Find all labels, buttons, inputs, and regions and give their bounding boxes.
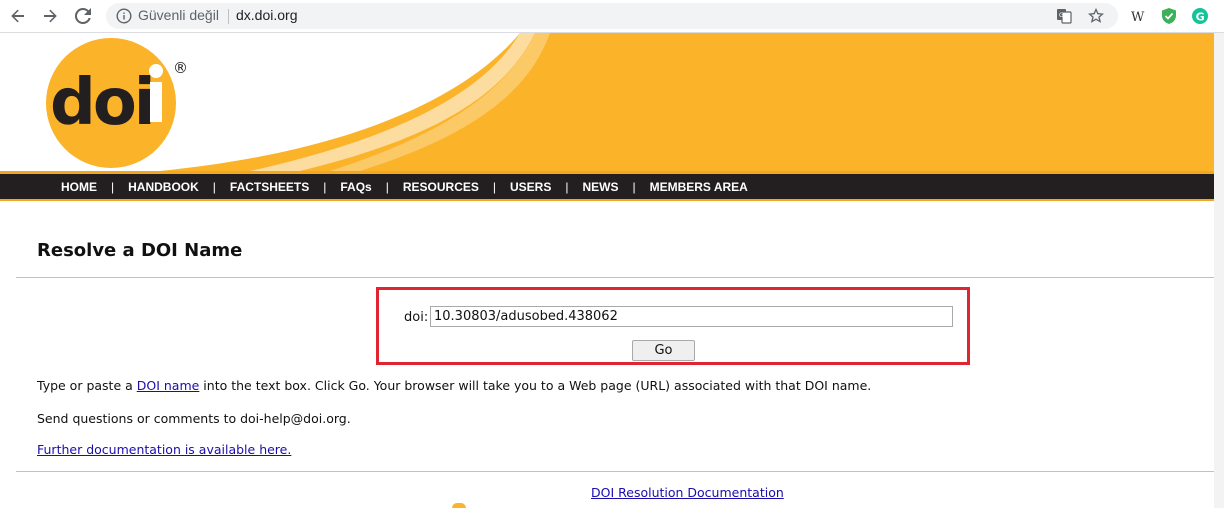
reload-button[interactable] (71, 4, 95, 28)
forward-button[interactable] (38, 4, 62, 28)
back-arrow-icon (11, 9, 24, 23)
instructions-text: Type or paste a DOI name into the text b… (37, 378, 871, 393)
scrollbar-track[interactable] (1214, 33, 1224, 508)
header-banner: doi ® (0, 33, 1214, 171)
menu-item-factsheets[interactable]: FACTSHEETS (230, 180, 309, 194)
go-button[interactable]: Go (632, 340, 695, 361)
forward-arrow-icon (44, 9, 57, 23)
banner-swoosh (0, 33, 550, 171)
svg-text:G: G (1196, 11, 1205, 24)
page-title: Resolve a DOI Name (37, 240, 243, 261)
translate-icon[interactable]: G (1056, 8, 1072, 24)
security-status: Güvenli değil (138, 7, 219, 23)
bookmark-star-icon[interactable] (1088, 8, 1104, 24)
menu-separator: | (212, 180, 216, 194)
wikipedia-extension-icon[interactable]: W (1128, 7, 1146, 25)
address-bar[interactable]: Güvenli değil dx.doi.org G (106, 3, 1118, 29)
menu-item-members-area[interactable]: MEMBERS AREA (650, 180, 748, 194)
info-icon[interactable] (116, 8, 132, 24)
instructions-after: into the text box. Click Go. Your browse… (199, 378, 872, 393)
menu-item-handbook[interactable]: HANDBOOK (128, 180, 199, 194)
divider-top (16, 277, 1214, 278)
menu-separator: | (385, 180, 389, 194)
browser-toolbar: Güvenli değil dx.doi.org G W G (0, 0, 1224, 33)
divider-bottom (16, 471, 1214, 472)
omnibox-divider (228, 9, 229, 24)
menu-item-faqs[interactable]: FAQs (340, 180, 371, 194)
doi-label: doi: (404, 310, 429, 325)
contact-text: Send questions or comments to doi-help@d… (37, 411, 351, 426)
shield-extension-icon[interactable] (1160, 7, 1178, 25)
doi-logo[interactable]: doi (46, 38, 176, 168)
svg-text:W: W (1131, 10, 1145, 25)
doi-resolution-documentation-link[interactable]: DOI Resolution Documentation (591, 485, 784, 500)
menu-separator: | (323, 180, 327, 194)
doi-input[interactable] (430, 306, 953, 327)
further-documentation-link[interactable]: Further documentation is available here. (37, 442, 291, 457)
menu-separator: | (111, 180, 115, 194)
menu-item-home[interactable]: HOME (61, 180, 97, 194)
menu-separator: | (565, 180, 569, 194)
menu-item-resources[interactable]: RESOURCES (403, 180, 479, 194)
footer-logo-partial (452, 503, 466, 508)
registered-mark: ® (173, 59, 188, 77)
doi-name-link[interactable]: DOI name (137, 378, 200, 393)
menu-item-users[interactable]: USERS (510, 180, 551, 194)
back-button[interactable] (6, 4, 30, 28)
reload-icon (74, 7, 91, 24)
logo-text: doi (50, 66, 153, 140)
menu-item-news[interactable]: NEWS (582, 180, 618, 194)
url-text[interactable]: dx.doi.org (236, 7, 297, 23)
menu-separator: | (492, 180, 496, 194)
instructions-before: Type or paste a (37, 378, 137, 393)
main-menu: HOME | HANDBOOK | FACTSHEETS | FAQs | RE… (0, 171, 1214, 201)
menu-separator: | (632, 180, 636, 194)
svg-text:G: G (1059, 12, 1064, 19)
grammarly-extension-icon[interactable]: G (1191, 7, 1209, 25)
